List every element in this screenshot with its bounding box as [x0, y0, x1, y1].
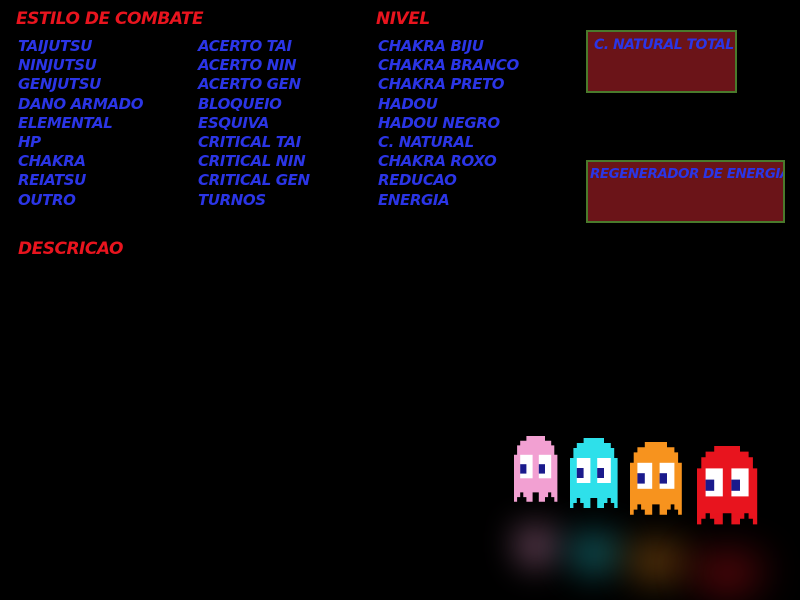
ghosts-layer	[514, 436, 758, 598]
pink-ghost-icon	[514, 436, 558, 568]
cyan-ghost-icon	[570, 438, 618, 576]
orange-ghost-icon	[630, 442, 682, 585]
red-ghost-icon	[697, 446, 758, 598]
game-screen: ESTILO DE COMBATE NIVEL DESCRICAO TAIJUT…	[0, 0, 800, 600]
